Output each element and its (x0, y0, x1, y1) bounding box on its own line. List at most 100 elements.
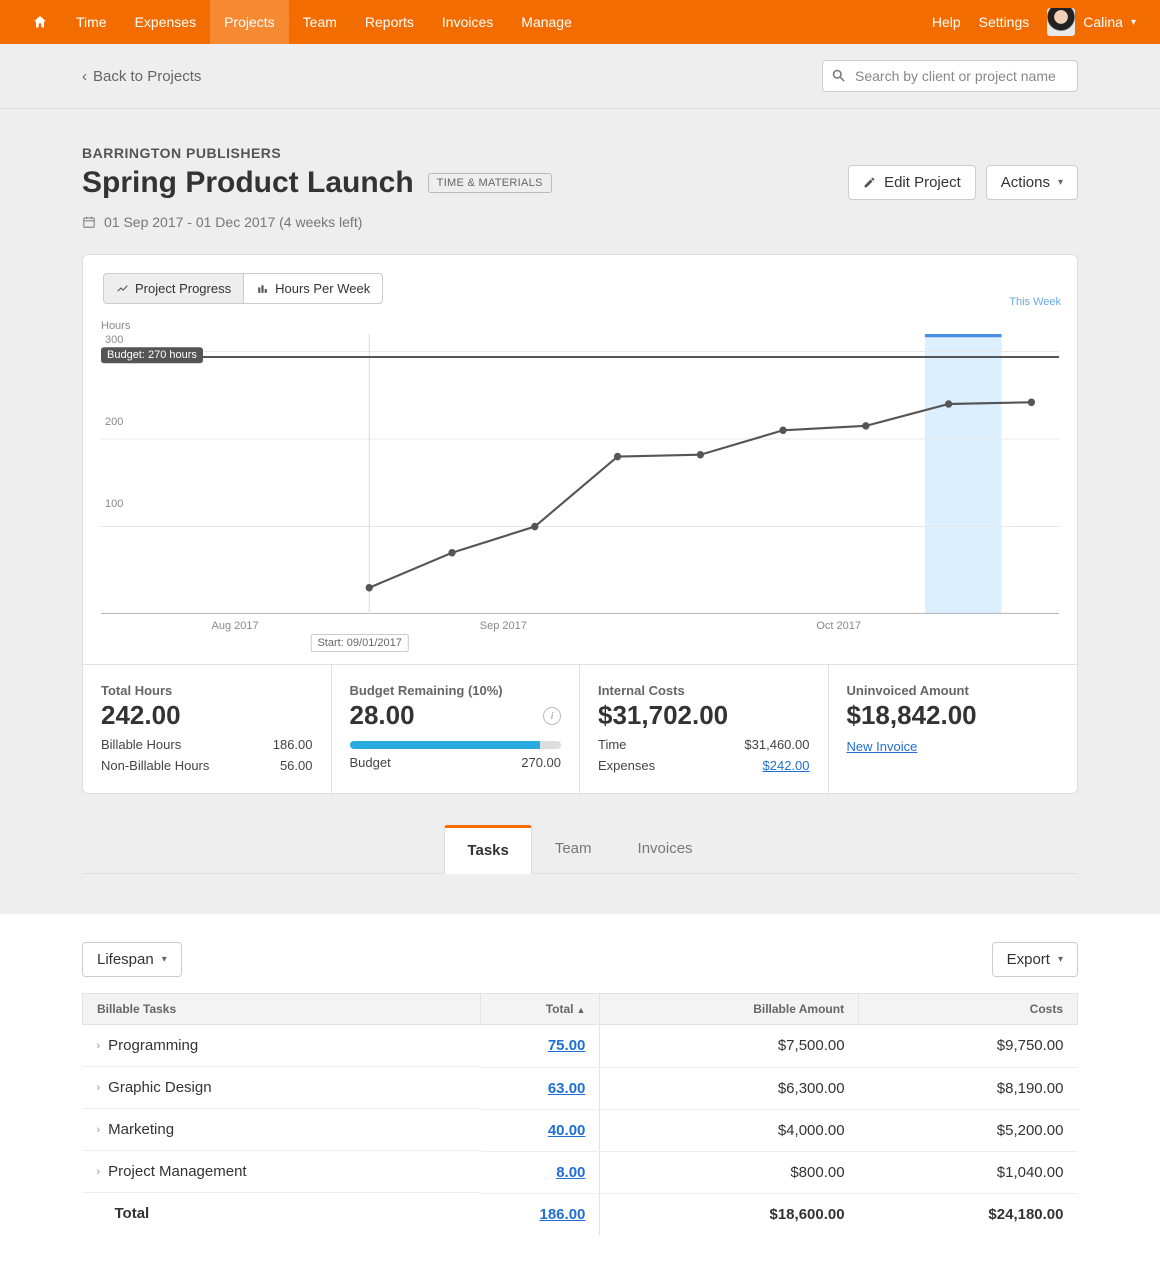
back-to-projects[interactable]: ‹ Back to Projects (82, 68, 201, 85)
info-icon[interactable]: i (543, 707, 561, 725)
edit-project-button[interactable]: Edit Project (848, 165, 976, 200)
hours-link[interactable]: 40.00 (548, 1122, 586, 1139)
nav-help[interactable]: Help (932, 14, 961, 30)
xtick: Sep 2017 (480, 620, 527, 632)
table-row[interactable]: ›Marketing40.00$4,000.00$5,200.00 (83, 1109, 1078, 1151)
totals-total-link[interactable]: 186.00 (540, 1206, 586, 1223)
hours-link[interactable]: 75.00 (548, 1037, 586, 1054)
tasks-table: Billable Tasks Total▲ Billable Amount Co… (82, 993, 1078, 1235)
nav-reports[interactable]: Reports (351, 0, 428, 44)
project-card: Project Progress Hours Per Week Hours Th… (82, 254, 1078, 794)
detail-tabs: Tasks Team Invoices (82, 824, 1078, 874)
date-range: 01 Sep 2017 - 01 Dec 2017 (4 weeks left) (82, 214, 1078, 230)
home-icon (32, 14, 48, 30)
start-badge: Start: 09/01/2017 (310, 634, 408, 652)
toggle-hours-per-week[interactable]: Hours Per Week (244, 273, 383, 304)
back-label: Back to Projects (93, 68, 201, 85)
tab-invoices[interactable]: Invoices (615, 825, 716, 874)
label: Lifespan (97, 951, 154, 968)
nav-invoices[interactable]: Invoices (428, 0, 507, 44)
billing-tag: TIME & MATERIALS (428, 173, 552, 193)
ytick: 300 (105, 334, 123, 346)
task-name: Graphic Design (108, 1079, 211, 1096)
stat-total-hours: Total Hours 242.00 Billable Hours186.00 … (83, 665, 332, 793)
label: Total (115, 1205, 150, 1222)
table-row[interactable]: ›Graphic Design63.00$6,300.00$8,190.00 (83, 1067, 1078, 1109)
stat-grid: Total Hours 242.00 Billable Hours186.00 … (83, 664, 1077, 793)
stat-value: $18,842.00 (847, 700, 1060, 731)
expenses-link[interactable]: $242.00 (763, 758, 810, 773)
col-tasks[interactable]: Billable Tasks (83, 994, 481, 1025)
chart: Hours This Week Budget: 270 hours 300 20… (83, 312, 1077, 664)
actions-button[interactable]: Actions ▾ (986, 165, 1078, 200)
pencil-icon (863, 176, 876, 189)
nav-time[interactable]: Time (62, 0, 121, 44)
user-name: Calina (1083, 14, 1123, 30)
lifespan-dropdown[interactable]: Lifespan ▾ (82, 942, 182, 977)
chevron-left-icon: ‹ (82, 68, 87, 85)
tab-team[interactable]: Team (532, 825, 615, 874)
stat-title: Internal Costs (598, 683, 810, 698)
actions-label: Actions (1001, 174, 1050, 191)
chevron-down-icon: ▾ (1058, 954, 1063, 965)
nav-settings[interactable]: Settings (979, 14, 1030, 30)
user-menu[interactable]: Calina ▾ (1047, 8, 1136, 36)
chevron-down-icon: ▾ (1131, 17, 1136, 28)
nav-expenses[interactable]: Expenses (121, 0, 210, 44)
col-billable[interactable]: Billable Amount (600, 994, 859, 1025)
y-axis-title: Hours (101, 320, 130, 332)
search-input[interactable] (822, 60, 1078, 92)
new-invoice-link[interactable]: New Invoice (847, 739, 918, 754)
value: 56.00 (280, 758, 313, 773)
this-week-label: This Week (1009, 296, 1061, 308)
table-row[interactable]: ›Project Management8.00$800.00$1,040.00 (83, 1151, 1078, 1193)
stat-value: 242.00 (101, 700, 313, 731)
chevron-down-icon: ▾ (1058, 177, 1063, 188)
billable-amount: $7,500.00 (778, 1037, 845, 1054)
budget-badge: Budget: 270 hours (101, 347, 203, 363)
date-range-text: 01 Sep 2017 - 01 Dec 2017 (4 weeks left) (104, 214, 362, 230)
stat-title: Total Hours (101, 683, 313, 698)
toggle-project-progress[interactable]: Project Progress (103, 273, 244, 304)
client-name: BARRINGTON PUBLISHERS (82, 145, 1078, 161)
export-dropdown[interactable]: Export ▾ (992, 942, 1078, 977)
tab-tasks[interactable]: Tasks (444, 825, 531, 874)
stat-budget-remaining: Budget Remaining (10%) 28.00 i Budget 270… (332, 665, 581, 793)
toggle-label: Project Progress (135, 281, 231, 296)
label: Budget (350, 755, 391, 770)
xtick: Oct 2017 (816, 620, 861, 632)
stat-title: Uninvoiced Amount (847, 683, 1060, 698)
toggle-label: Hours Per Week (275, 281, 370, 296)
tasks-section: Lifespan ▾ Export ▾ Billable Tasks Total… (0, 914, 1160, 1275)
label: Non-Billable Hours (101, 758, 209, 773)
billable-amount: $6,300.00 (778, 1080, 845, 1097)
task-name: Programming (108, 1037, 198, 1054)
chevron-down-icon: ▾ (162, 954, 167, 965)
hours-link[interactable]: 63.00 (548, 1080, 586, 1097)
stat-title: Budget Remaining (10%) (350, 683, 562, 698)
project-title: Spring Product Launch (82, 166, 414, 200)
stat-value: 28.00 (350, 700, 562, 731)
chevron-right-icon: › (97, 1082, 101, 1094)
costs-amount: $5,200.00 (997, 1122, 1064, 1139)
chevron-right-icon: › (97, 1166, 101, 1178)
task-name: Marketing (108, 1121, 174, 1138)
label: Time (598, 737, 626, 752)
col-costs[interactable]: Costs (859, 994, 1078, 1025)
label: Expenses (598, 758, 655, 773)
chevron-right-icon: › (97, 1124, 101, 1136)
nav-home[interactable] (18, 0, 62, 44)
avatar (1047, 8, 1075, 36)
chart-svg (101, 334, 1059, 614)
bar-chart-icon (256, 282, 269, 295)
table-row[interactable]: ›Programming75.00$7,500.00$9,750.00 (83, 1025, 1078, 1068)
line-chart-icon (116, 282, 129, 295)
col-total[interactable]: Total▲ (481, 994, 600, 1025)
nav-team[interactable]: Team (289, 0, 351, 44)
value: 270.00 (521, 755, 561, 770)
totals-row: Total 186.00 $18,600.00 $24,180.00 (83, 1193, 1078, 1235)
nav-manage[interactable]: Manage (507, 0, 586, 44)
nav-projects[interactable]: Projects (210, 0, 289, 44)
hours-link[interactable]: 8.00 (556, 1164, 585, 1181)
budget-line (101, 356, 1059, 358)
